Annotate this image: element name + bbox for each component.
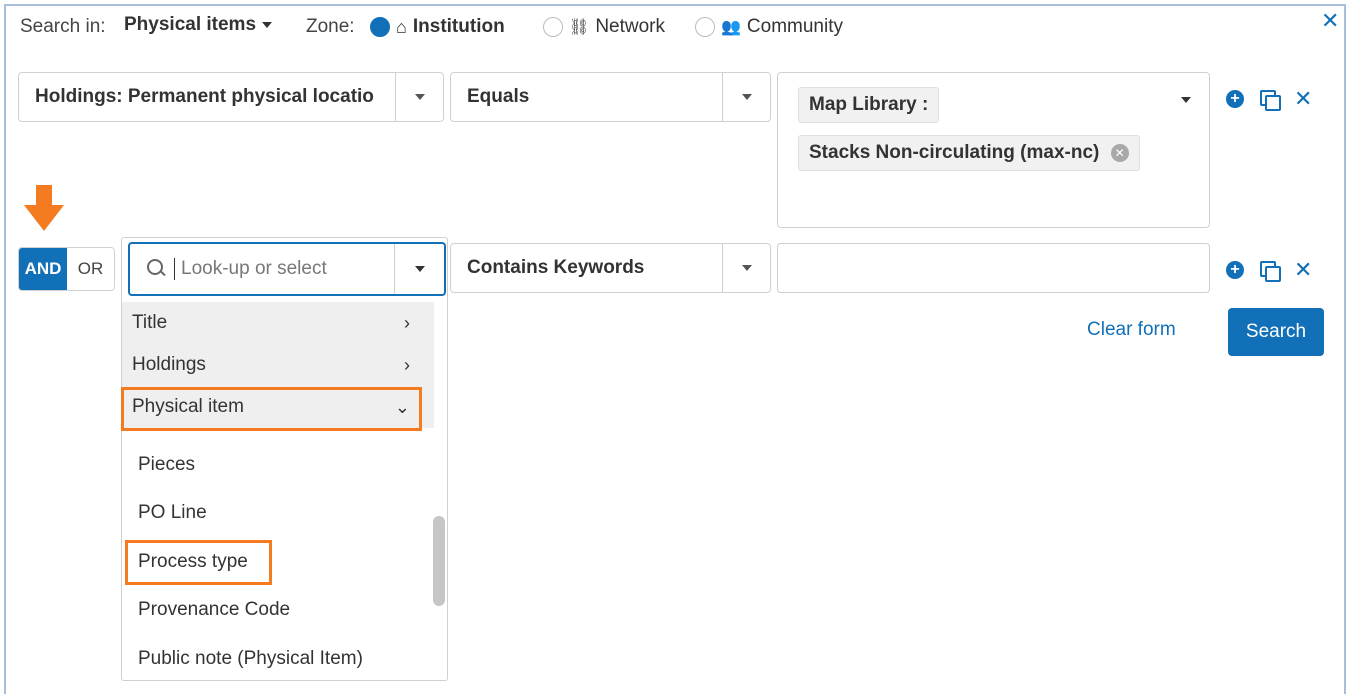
scope-dropdown[interactable]: Physical items	[124, 14, 273, 36]
menu-item-pieces[interactable]: Pieces	[138, 454, 195, 476]
add-row-icon[interactable]: +	[1226, 261, 1244, 279]
caret-down-icon	[741, 265, 752, 271]
row1-field-dropdown[interactable]	[395, 73, 443, 121]
row2-actions: + ✕	[1226, 259, 1312, 282]
caret-down-icon	[741, 94, 752, 100]
annotation-arrow-shaft	[36, 185, 52, 205]
zone-network-label: Network	[595, 16, 665, 37]
radio-network[interactable]	[543, 17, 563, 37]
clear-form-link[interactable]: Clear form	[1087, 319, 1176, 341]
lookup-menu: Title › Holdings › Physical item ⌄ Piece…	[122, 302, 434, 680]
row1-field-select[interactable]: Holdings: Permanent physical locatio	[18, 72, 444, 122]
zone-community[interactable]: 👥 Community	[695, 16, 843, 38]
row2-value-input[interactable]	[777, 243, 1210, 293]
home-icon: ⌂	[396, 16, 407, 37]
menu-item-public-note[interactable]: Public note (Physical Item)	[138, 648, 363, 670]
chip-map-library: Map Library :	[798, 87, 940, 123]
search-in-label: Search in:	[20, 16, 106, 37]
category-title-label: Title	[132, 312, 168, 333]
row1-operator-select[interactable]: Equals	[450, 72, 771, 122]
lookup-placeholder[interactable]: Look-up or select	[174, 258, 394, 280]
lookup-search-input[interactable]: Look-up or select	[128, 242, 446, 296]
row2-operator-select[interactable]: Contains Keywords	[450, 243, 771, 293]
menu-item-provenance-code[interactable]: Provenance Code	[138, 599, 290, 621]
community-icon: 👥	[721, 19, 741, 36]
row2-operator-value: Contains Keywords	[467, 257, 645, 278]
duplicate-row-icon[interactable]	[1260, 261, 1281, 282]
radio-community[interactable]	[695, 17, 715, 37]
zone-network[interactable]: ⛓ Network	[543, 16, 665, 38]
scope-value: Physical items	[124, 14, 257, 35]
row1-operator-dropdown[interactable]	[722, 73, 770, 121]
zone-community-label: Community	[746, 16, 843, 37]
annotation-arrow-icon	[24, 205, 64, 231]
chevron-right-icon: ›	[404, 354, 410, 375]
zone-institution-label: Institution	[412, 16, 505, 37]
caret-down-icon[interactable]	[1181, 97, 1191, 103]
network-icon: ⛓	[569, 19, 590, 36]
chevron-right-icon: ›	[404, 312, 410, 333]
row1-field-value: Holdings: Permanent physical locatio	[35, 86, 374, 107]
radio-institution[interactable]	[370, 17, 390, 37]
zone-institution[interactable]: ⌂ Institution	[370, 16, 505, 38]
menu-scrollbar[interactable]	[433, 516, 445, 606]
zone-label: Zone:	[306, 16, 355, 37]
highlight-process-type	[125, 540, 272, 585]
remove-row-icon[interactable]: ✕	[1294, 88, 1312, 110]
category-title[interactable]: Title ›	[122, 302, 434, 344]
highlight-physical-item	[121, 387, 422, 431]
chip-stacks: Stacks Non-circulating (max-nc) ✕	[798, 135, 1140, 171]
caret-down-icon	[262, 22, 273, 28]
search-icon	[146, 258, 168, 280]
close-icon[interactable]: ✕	[1321, 8, 1339, 34]
category-holdings-label: Holdings	[132, 354, 206, 375]
remove-row-icon[interactable]: ✕	[1294, 259, 1312, 281]
chip-stacks-label: Stacks Non-circulating (max-nc)	[809, 142, 1100, 163]
and-button[interactable]: AND	[19, 248, 67, 290]
row1-actions: + ✕	[1226, 88, 1312, 111]
or-button[interactable]: OR	[67, 248, 114, 290]
menu-item-po-line[interactable]: PO Line	[138, 502, 207, 524]
lookup-dropdown-toggle[interactable]	[394, 244, 444, 294]
chip-map-library-label: Map Library :	[809, 94, 929, 115]
row2-operator-dropdown[interactable]	[722, 244, 770, 292]
row1-value-box[interactable]: Map Library : Stacks Non-circulating (ma…	[777, 72, 1210, 228]
row1-operator-value: Equals	[467, 86, 530, 107]
duplicate-row-icon[interactable]	[1260, 90, 1281, 111]
search-button[interactable]: Search	[1228, 308, 1324, 356]
and-or-toggle: AND OR	[18, 247, 115, 291]
caret-down-icon	[414, 94, 425, 100]
remove-chip-icon[interactable]: ✕	[1110, 143, 1129, 162]
add-row-icon[interactable]: +	[1226, 90, 1244, 108]
category-holdings[interactable]: Holdings ›	[122, 344, 434, 386]
caret-down-icon	[414, 266, 425, 272]
